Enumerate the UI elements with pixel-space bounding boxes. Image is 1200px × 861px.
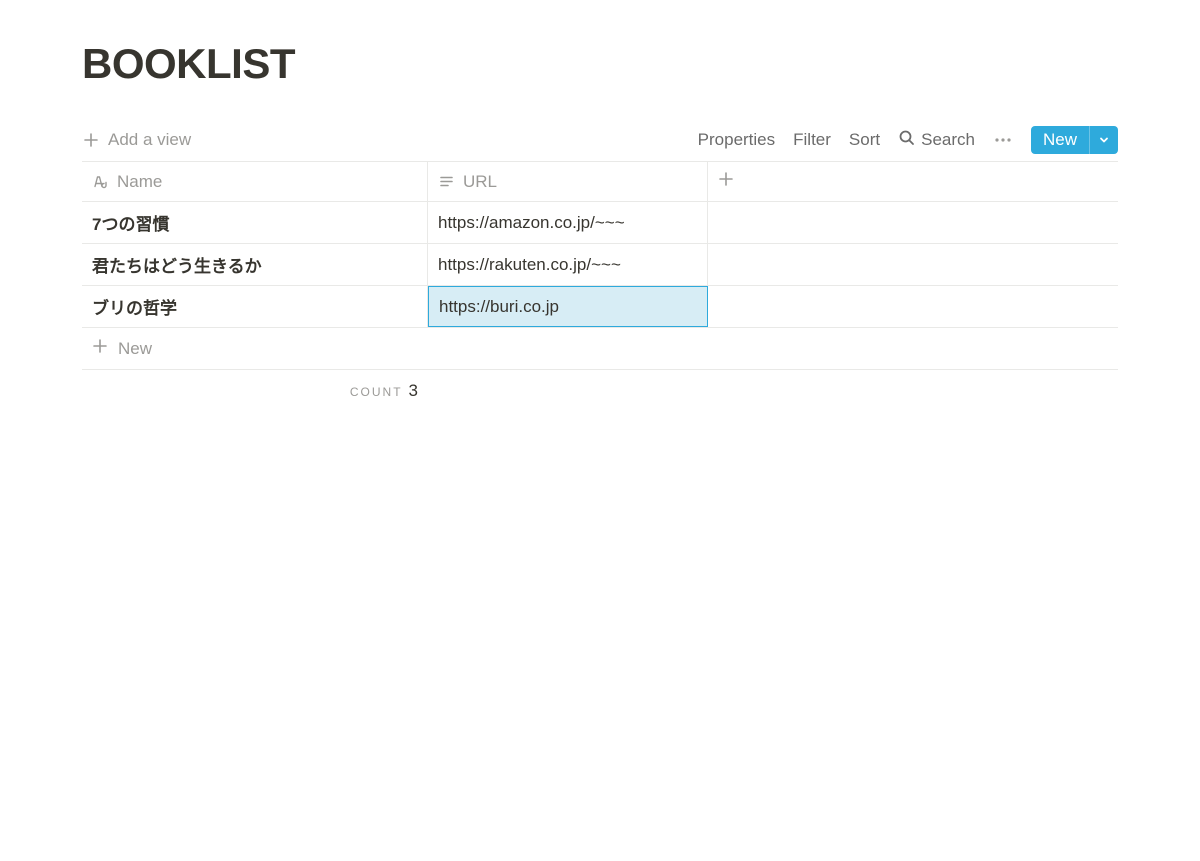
- page-title[interactable]: BOOKLIST: [82, 40, 1118, 88]
- table-row: 7つの習慣https://amazon.co.jp/~~~: [82, 202, 1118, 244]
- cell-empty[interactable]: [708, 202, 1118, 243]
- count-row: COUNT 3: [82, 370, 1118, 412]
- cell-url-editing[interactable]: https://buri.co.jp: [428, 286, 708, 327]
- database-toolbar: Add a view Properties Filter Sort Search…: [82, 118, 1118, 162]
- dots-icon: [993, 130, 1013, 150]
- add-column-button[interactable]: [708, 162, 1118, 201]
- filter-button[interactable]: Filter: [793, 130, 831, 150]
- sort-button[interactable]: Sort: [849, 130, 880, 150]
- plus-icon: [92, 338, 108, 359]
- database-table: Name URL 7つの習慣https://amazon.co.jp/~~~君た…: [82, 162, 1118, 412]
- count-label[interactable]: COUNT: [350, 385, 403, 399]
- cell-url[interactable]: https://amazon.co.jp/~~~: [428, 202, 708, 243]
- cell-url[interactable]: https://rakuten.co.jp/~~~: [428, 244, 708, 285]
- title-prop-icon: [92, 173, 109, 190]
- search-button[interactable]: Search: [898, 129, 975, 151]
- new-button[interactable]: New: [1031, 126, 1089, 154]
- table-row: 君たちはどう生きるかhttps://rakuten.co.jp/~~~: [82, 244, 1118, 286]
- cell-empty[interactable]: [708, 244, 1118, 285]
- column-header-name-label: Name: [117, 172, 162, 192]
- chevron-down-icon: [1098, 134, 1110, 146]
- properties-button[interactable]: Properties: [698, 130, 775, 150]
- table-header: Name URL: [82, 162, 1118, 202]
- new-row-button[interactable]: New: [82, 328, 1118, 370]
- text-prop-icon: [438, 173, 455, 190]
- add-view-label: Add a view: [108, 130, 191, 150]
- new-row-label: New: [118, 339, 152, 359]
- plus-icon: [718, 171, 734, 192]
- search-icon: [898, 129, 915, 151]
- cell-name[interactable]: 7つの習慣: [82, 202, 428, 243]
- new-dropdown-button[interactable]: [1089, 126, 1118, 154]
- table-row: ブリの哲学https://buri.co.jp: [82, 286, 1118, 328]
- search-label: Search: [921, 130, 975, 150]
- cell-name[interactable]: 君たちはどう生きるか: [82, 244, 428, 285]
- cell-name[interactable]: ブリの哲学: [82, 286, 428, 327]
- count-value: 3: [409, 381, 418, 401]
- add-view-button[interactable]: Add a view: [82, 130, 191, 150]
- more-button[interactable]: [993, 130, 1013, 150]
- cell-empty[interactable]: [708, 286, 1118, 327]
- column-header-url-label: URL: [463, 172, 497, 192]
- column-header-name[interactable]: Name: [82, 162, 428, 201]
- plus-icon: [82, 131, 100, 149]
- column-header-url[interactable]: URL: [428, 162, 708, 201]
